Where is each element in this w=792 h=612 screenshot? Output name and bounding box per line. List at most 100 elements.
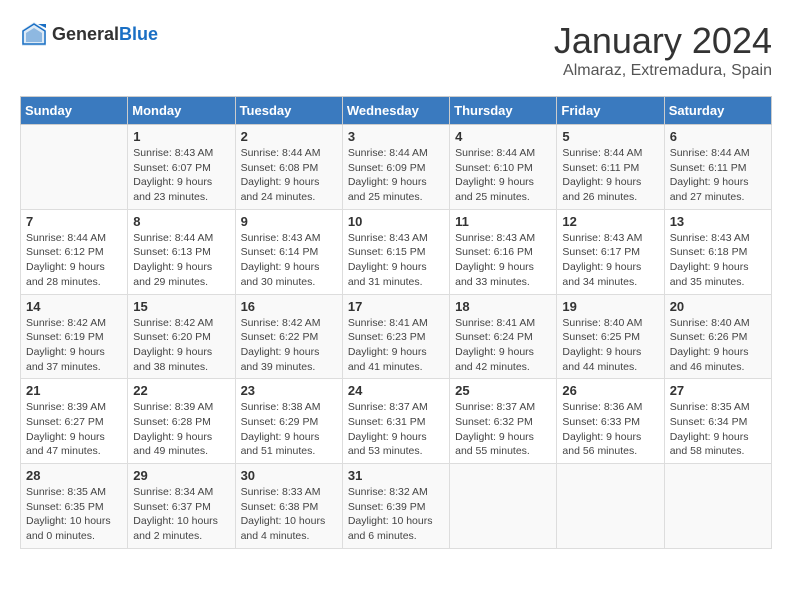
- logo-icon: [20, 20, 48, 48]
- day-number: 5: [562, 129, 658, 144]
- week-row-5: 28 Sunrise: 8:35 AM Sunset: 6:35 PM Dayli…: [21, 464, 772, 549]
- day-cell: 8Sunrise: 8:44 AM Sunset: 6:13 PM Daylig…: [128, 209, 235, 294]
- day-cell: 18 Sunrise: 8:41 AM Sunset: 6:24 PM Dayli…: [450, 294, 557, 379]
- day-number: 31: [348, 468, 444, 483]
- day-cell: 12Sunrise: 8:43 AM Sunset: 6:17 PM Dayli…: [557, 209, 664, 294]
- day-info: Sunrise: 8:43 AM Sunset: 6:16 PM Dayligh…: [455, 231, 551, 290]
- day-info: Sunrise: 8:34 AM Sunset: 6:37 PM Dayligh…: [133, 485, 229, 544]
- day-number: 14: [26, 299, 122, 314]
- day-info: Sunrise: 8:39 AM Sunset: 6:28 PM Dayligh…: [133, 400, 229, 459]
- day-cell: 10 Sunrise: 8:43 AM Sunset: 6:15 PM Dayli…: [342, 209, 449, 294]
- day-cell: [557, 464, 664, 549]
- day-info: Sunrise: 8:35 AM Sunset: 6:35 PM Dayligh…: [26, 485, 122, 544]
- day-number: 1: [133, 129, 229, 144]
- day-cell: 17Sunrise: 8:41 AM Sunset: 6:23 PM Dayli…: [342, 294, 449, 379]
- header-wednesday: Wednesday: [342, 97, 449, 125]
- day-info: Sunrise: 8:43 AM Sunset: 6:07 PM Dayligh…: [133, 146, 229, 205]
- day-cell: 15Sunrise: 8:42 AM Sunset: 6:20 PM Dayli…: [128, 294, 235, 379]
- day-cell: 13Sunrise: 8:43 AM Sunset: 6:18 PM Dayli…: [664, 209, 771, 294]
- day-number: 17: [348, 299, 444, 314]
- day-cell: 25Sunrise: 8:37 AM Sunset: 6:32 PM Dayli…: [450, 379, 557, 464]
- day-info: Sunrise: 8:44 AM Sunset: 6:10 PM Dayligh…: [455, 146, 551, 205]
- day-cell: 5 Sunrise: 8:44 AM Sunset: 6:11 PM Daylig…: [557, 125, 664, 210]
- day-cell: 29 Sunrise: 8:34 AM Sunset: 6:37 PM Dayli…: [128, 464, 235, 549]
- day-info: Sunrise: 8:43 AM Sunset: 6:15 PM Dayligh…: [348, 231, 444, 290]
- header-friday: Friday: [557, 97, 664, 125]
- day-cell: 2Sunrise: 8:44 AM Sunset: 6:08 PM Daylig…: [235, 125, 342, 210]
- day-cell: 27 Sunrise: 8:35 AM Sunset: 6:34 PM Dayli…: [664, 379, 771, 464]
- day-info: Sunrise: 8:42 AM Sunset: 6:20 PM Dayligh…: [133, 316, 229, 375]
- day-number: 9: [241, 214, 337, 229]
- calendar-header-row: SundayMondayTuesdayWednesdayThursdayFrid…: [21, 97, 772, 125]
- header-tuesday: Tuesday: [235, 97, 342, 125]
- day-info: Sunrise: 8:37 AM Sunset: 6:31 PM Dayligh…: [348, 400, 444, 459]
- day-cell: 3 Sunrise: 8:44 AM Sunset: 6:09 PM Daylig…: [342, 125, 449, 210]
- week-row-4: 21Sunrise: 8:39 AM Sunset: 6:27 PM Dayli…: [21, 379, 772, 464]
- day-number: 26: [562, 383, 658, 398]
- day-number: 3: [348, 129, 444, 144]
- day-cell: 6Sunrise: 8:44 AM Sunset: 6:11 PM Daylig…: [664, 125, 771, 210]
- day-cell: 21Sunrise: 8:39 AM Sunset: 6:27 PM Dayli…: [21, 379, 128, 464]
- day-cell: 4 Sunrise: 8:44 AM Sunset: 6:10 PM Daylig…: [450, 125, 557, 210]
- day-number: 29: [133, 468, 229, 483]
- day-info: Sunrise: 8:44 AM Sunset: 6:11 PM Dayligh…: [670, 146, 766, 205]
- day-cell: 31 Sunrise: 8:32 AM Sunset: 6:39 PM Dayli…: [342, 464, 449, 549]
- day-number: 18: [455, 299, 551, 314]
- day-info: Sunrise: 8:37 AM Sunset: 6:32 PM Dayligh…: [455, 400, 551, 459]
- day-cell: 24 Sunrise: 8:37 AM Sunset: 6:31 PM Dayli…: [342, 379, 449, 464]
- day-cell: 11 Sunrise: 8:43 AM Sunset: 6:16 PM Dayli…: [450, 209, 557, 294]
- day-cell: 23Sunrise: 8:38 AM Sunset: 6:29 PM Dayli…: [235, 379, 342, 464]
- location-title: Almaraz, Extremadura, Spain: [554, 62, 772, 80]
- day-number: 11: [455, 214, 551, 229]
- day-cell: 9Sunrise: 8:43 AM Sunset: 6:14 PM Daylig…: [235, 209, 342, 294]
- header-saturday: Saturday: [664, 97, 771, 125]
- header-thursday: Thursday: [450, 97, 557, 125]
- day-info: Sunrise: 8:42 AM Sunset: 6:19 PM Dayligh…: [26, 316, 122, 375]
- month-title: January 2024: [554, 20, 772, 62]
- day-cell: 1 Sunrise: 8:43 AM Sunset: 6:07 PM Daylig…: [128, 125, 235, 210]
- day-cell: 28 Sunrise: 8:35 AM Sunset: 6:35 PM Dayli…: [21, 464, 128, 549]
- day-number: 7: [26, 214, 122, 229]
- day-cell: [664, 464, 771, 549]
- title-block: January 2024 Almaraz, Extremadura, Spain: [554, 20, 772, 80]
- day-info: Sunrise: 8:40 AM Sunset: 6:26 PM Dayligh…: [670, 316, 766, 375]
- day-cell: 22 Sunrise: 8:39 AM Sunset: 6:28 PM Dayli…: [128, 379, 235, 464]
- calendar-table: SundayMondayTuesdayWednesdayThursdayFrid…: [20, 96, 772, 549]
- day-info: Sunrise: 8:35 AM Sunset: 6:34 PM Dayligh…: [670, 400, 766, 459]
- day-info: Sunrise: 8:42 AM Sunset: 6:22 PM Dayligh…: [241, 316, 337, 375]
- day-number: 22: [133, 383, 229, 398]
- day-number: 10: [348, 214, 444, 229]
- day-number: 16: [241, 299, 337, 314]
- day-info: Sunrise: 8:44 AM Sunset: 6:09 PM Dayligh…: [348, 146, 444, 205]
- logo: GeneralBlue: [20, 20, 158, 48]
- day-number: 21: [26, 383, 122, 398]
- day-cell: 19 Sunrise: 8:40 AM Sunset: 6:25 PM Dayli…: [557, 294, 664, 379]
- page-header: GeneralBlue January 2024 Almaraz, Extrem…: [20, 20, 772, 80]
- day-number: 4: [455, 129, 551, 144]
- day-cell: 26 Sunrise: 8:36 AM Sunset: 6:33 PM Dayli…: [557, 379, 664, 464]
- day-info: Sunrise: 8:43 AM Sunset: 6:17 PM Dayligh…: [562, 231, 658, 290]
- day-info: Sunrise: 8:41 AM Sunset: 6:24 PM Dayligh…: [455, 316, 551, 375]
- day-cell: 16 Sunrise: 8:42 AM Sunset: 6:22 PM Dayli…: [235, 294, 342, 379]
- day-info: Sunrise: 8:36 AM Sunset: 6:33 PM Dayligh…: [562, 400, 658, 459]
- day-info: Sunrise: 8:44 AM Sunset: 6:11 PM Dayligh…: [562, 146, 658, 205]
- day-number: 28: [26, 468, 122, 483]
- day-number: 20: [670, 299, 766, 314]
- logo-general: General: [52, 24, 119, 44]
- day-info: Sunrise: 8:33 AM Sunset: 6:38 PM Dayligh…: [241, 485, 337, 544]
- day-number: 8: [133, 214, 229, 229]
- day-number: 27: [670, 383, 766, 398]
- day-cell: 20 Sunrise: 8:40 AM Sunset: 6:26 PM Dayli…: [664, 294, 771, 379]
- day-cell: [450, 464, 557, 549]
- day-info: Sunrise: 8:38 AM Sunset: 6:29 PM Dayligh…: [241, 400, 337, 459]
- day-cell: 30Sunrise: 8:33 AM Sunset: 6:38 PM Dayli…: [235, 464, 342, 549]
- day-cell: 7Sunrise: 8:44 AM Sunset: 6:12 PM Daylig…: [21, 209, 128, 294]
- week-row-1: 1 Sunrise: 8:43 AM Sunset: 6:07 PM Daylig…: [21, 125, 772, 210]
- day-number: 19: [562, 299, 658, 314]
- day-number: 13: [670, 214, 766, 229]
- day-info: Sunrise: 8:32 AM Sunset: 6:39 PM Dayligh…: [348, 485, 444, 544]
- logo-blue: Blue: [119, 24, 158, 44]
- day-number: 24: [348, 383, 444, 398]
- day-cell: [21, 125, 128, 210]
- day-info: Sunrise: 8:40 AM Sunset: 6:25 PM Dayligh…: [562, 316, 658, 375]
